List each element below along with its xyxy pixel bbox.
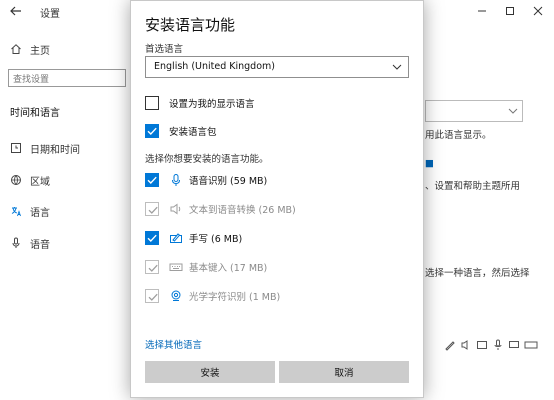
- background-text: 选择一种语言，然后选择: [425, 268, 530, 279]
- handwriting-icon: [170, 233, 182, 243]
- preferred-language-value: English (United Kingdom): [154, 61, 275, 72]
- chevron-down-icon: [392, 64, 402, 70]
- checkmark-icon: [147, 234, 157, 243]
- feature-ocr: 光学字符识别 (1 MB): [145, 288, 280, 304]
- basic-typing-checkbox: [145, 260, 159, 274]
- choose-other-language-link[interactable]: 选择其他语言: [145, 337, 202, 351]
- feature-label: 文本到语音转换 (26 MB): [189, 205, 296, 216]
- window-title: 设置: [40, 9, 60, 20]
- checkmark-icon: [147, 127, 157, 136]
- clock-icon: [11, 143, 21, 153]
- speaker-icon: [461, 340, 468, 350]
- sidebar-item-label: 语言: [30, 207, 50, 219]
- keyboard-icon: [169, 263, 183, 271]
- chevron-down-icon: [508, 108, 518, 114]
- maximize-icon[interactable]: [502, 3, 518, 19]
- sidebar-item-home[interactable]: 主页: [10, 40, 50, 58]
- microphone-icon: [12, 237, 20, 248]
- back-arrow-icon[interactable]: [8, 3, 24, 19]
- feature-handwriting[interactable]: 手写 (6 MB): [145, 230, 242, 246]
- checkmark-icon: [148, 206, 158, 214]
- cancel-button[interactable]: 取消: [279, 361, 409, 383]
- display-language-checkbox[interactable]: [145, 96, 159, 110]
- preferred-language-select[interactable]: English (United Kingdom): [145, 56, 409, 78]
- speaker-icon: [170, 203, 181, 215]
- install-language-features-dialog: 安装语言功能 首选语言 English (United Kingdom) 设置为…: [130, 0, 424, 398]
- feature-text-to-speech: 文本到语音转换 (26 MB): [145, 201, 296, 217]
- sidebar-item-date-time[interactable]: 日期和时间: [10, 139, 80, 157]
- option-label: 设置为我的显示语言: [169, 99, 255, 110]
- text-to-speech-checkbox: [145, 202, 159, 216]
- search-input[interactable]: 查找设置: [8, 69, 126, 87]
- background-text: 、设置和帮助主题所用: [425, 181, 521, 192]
- keyboard-icon: [524, 341, 538, 349]
- background-link-fragment[interactable]: ■: [425, 158, 433, 168]
- preferred-language-label: 首选语言: [145, 44, 184, 55]
- install-button[interactable]: 安装: [145, 361, 275, 383]
- sidebar-item-label: 语音: [30, 239, 50, 251]
- checkmark-icon: [148, 264, 158, 272]
- option-label: 安装语言包: [169, 127, 217, 138]
- feature-label: 光学字符识别 (1 MB): [189, 292, 281, 303]
- microphone-icon: [172, 174, 180, 186]
- handwriting-checkbox[interactable]: [145, 231, 159, 245]
- feature-label: 语音识别 (59 MB): [189, 176, 268, 187]
- sidebar-item-label: 日期和时间: [30, 144, 80, 156]
- feature-label: 手写 (6 MB): [189, 234, 243, 245]
- globe-icon: [11, 175, 21, 185]
- home-icon: [11, 44, 21, 54]
- feature-icons-row: [444, 339, 538, 351]
- sidebar-item-speech[interactable]: 语音: [10, 234, 50, 252]
- ocr-icon: [171, 290, 181, 301]
- background-text: 用此语言显示。: [425, 130, 492, 141]
- handwriting-icon: [445, 341, 455, 351]
- feature-label: 基本键入 (17 MB): [189, 263, 268, 274]
- language-pack-checkbox[interactable]: [145, 124, 159, 138]
- background-dropdown[interactable]: [425, 100, 523, 122]
- speech-recognition-checkbox[interactable]: [145, 173, 159, 187]
- sidebar-home-label: 主页: [30, 45, 50, 57]
- ocr-checkbox: [145, 289, 159, 303]
- sidebar-item-language[interactable]: 语言: [10, 202, 50, 220]
- minimize-icon[interactable]: [474, 3, 490, 19]
- language-icon: [11, 207, 21, 217]
- feature-speech-recognition[interactable]: 语音识别 (59 MB): [145, 172, 267, 188]
- image-icon: [477, 341, 487, 349]
- sidebar-heading: 时间和语言: [10, 108, 60, 119]
- features-section-label: 选择你想要安装的语言功能。: [145, 154, 269, 165]
- checkmark-icon: [147, 176, 157, 185]
- sidebar-item-region[interactable]: 区域: [10, 171, 50, 189]
- sidebar-item-label: 区域: [30, 176, 50, 188]
- dialog-title: 安装语言功能: [145, 16, 236, 34]
- display-language-option[interactable]: 设置为我的显示语言: [145, 95, 255, 111]
- close-icon[interactable]: [530, 3, 546, 19]
- feature-basic-typing: 基本键入 (17 MB): [145, 259, 267, 275]
- language-pack-option[interactable]: 安装语言包: [145, 123, 217, 139]
- microphone-icon: [494, 339, 502, 350]
- chat-icon: [509, 341, 519, 348]
- checkmark-icon: [148, 293, 158, 301]
